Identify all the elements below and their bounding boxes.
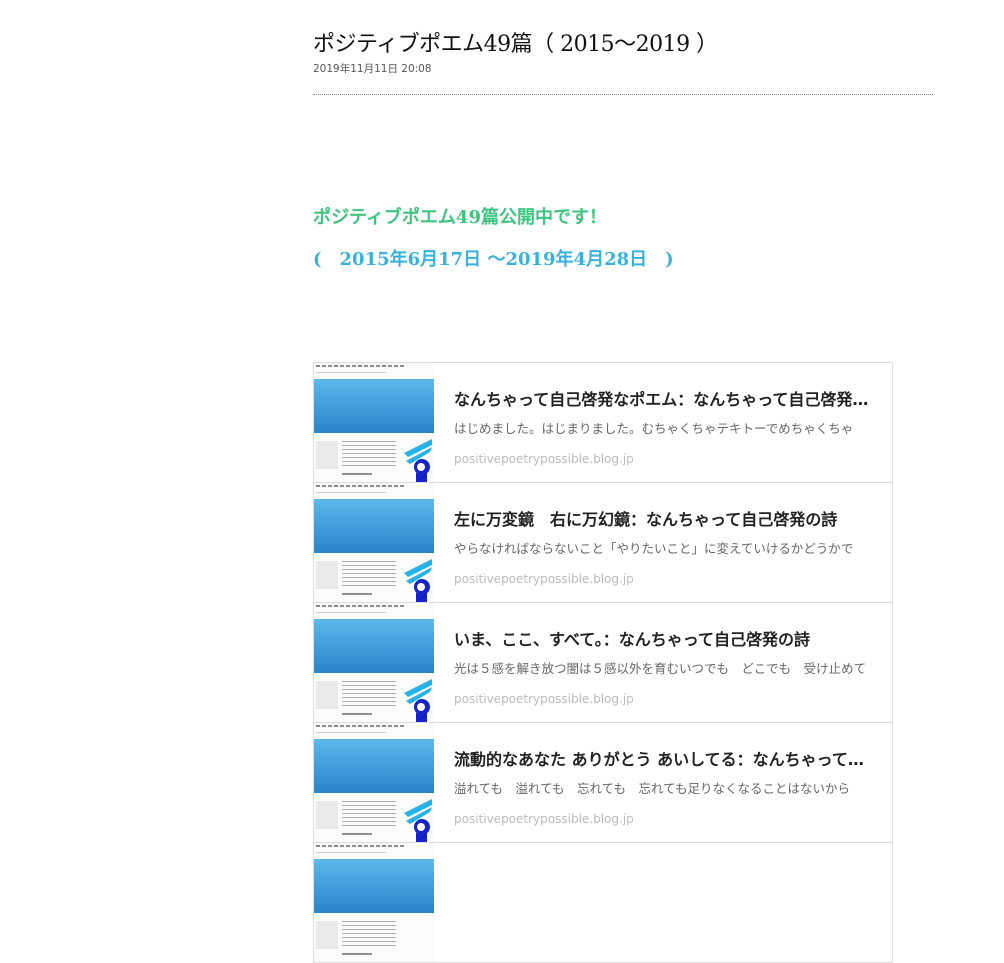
card-description: やらなければならないこと「やりたいこと」に変えていけるかどうかで <box>454 541 854 556</box>
card-domain: positivepoetrypossible.blog.jp <box>454 572 634 586</box>
card-domain: positivepoetrypossible.blog.jp <box>454 452 634 466</box>
card-title[interactable]: 左に万変鏡 右に万幻鏡：なんちゃって自己啓発の詩 <box>454 506 872 530</box>
blog-card[interactable]: なんちゃって自己啓発なポエム：なんちゃって自己啓発の詩 はじめました。はじまりま… <box>313 362 893 482</box>
thumbnail-figure-icon <box>404 559 432 602</box>
blog-card[interactable]: 左に万変鏡 右に万幻鏡：なんちゃって自己啓発の詩 やらなければならないこと「やり… <box>313 482 893 602</box>
card-title[interactable]: 流動的なあなた ありがとう あいしてる：なんちゃって自己啓発の詩 <box>454 746 872 770</box>
card-thumbnail[interactable] <box>314 723 434 842</box>
thumbnail-figure-icon <box>404 799 432 842</box>
article-title: ポジティブポエム49篇（ 2015～2019 ） <box>313 32 718 57</box>
card-description: はじめました。はじまりました。むちゃくちゃテキトーでめちゃくちゃ <box>454 421 854 436</box>
thumbnail-figure-icon <box>404 439 432 482</box>
lead-date-range: ( 2015年6月17日 ～2019年4月28日 ) <box>313 249 674 270</box>
card-domain: positivepoetrypossible.blog.jp <box>454 692 634 706</box>
card-thumbnail[interactable] <box>314 603 434 722</box>
thumbnail-figure-icon <box>404 679 432 722</box>
card-description: 光は５感を解き放つ闇は５感以外を育むいつでも どこでも 受け止めて <box>454 661 867 676</box>
blog-card-list: なんちゃって自己啓発なポエム：なんちゃって自己啓発の詩 はじめました。はじまりま… <box>313 362 893 963</box>
blog-card[interactable] <box>313 842 893 963</box>
card-title[interactable]: なんちゃって自己啓発なポエム：なんちゃって自己啓発の詩 <box>454 386 872 410</box>
card-thumbnail[interactable] <box>314 363 434 482</box>
article-date: 2019年11月11日 20:08 <box>313 63 432 75</box>
title-divider <box>313 94 933 95</box>
card-title[interactable]: いま、ここ、すべて。：なんちゃって自己啓発の詩 <box>454 626 872 650</box>
card-thumbnail[interactable] <box>314 843 434 962</box>
lead-headline: ポジティブポエム49篇公開中です！ <box>313 207 607 228</box>
blog-card[interactable]: 流動的なあなた ありがとう あいしてる：なんちゃって自己啓発の詩 溢れても 溢れ… <box>313 722 893 842</box>
blog-card[interactable]: いま、ここ、すべて。：なんちゃって自己啓発の詩 光は５感を解き放つ闇は５感以外を… <box>313 602 893 722</box>
card-thumbnail[interactable] <box>314 483 434 602</box>
card-domain: positivepoetrypossible.blog.jp <box>454 812 634 826</box>
card-description: 溢れても 溢れても 忘れても 忘れても足りなくなることはないから <box>454 781 851 796</box>
